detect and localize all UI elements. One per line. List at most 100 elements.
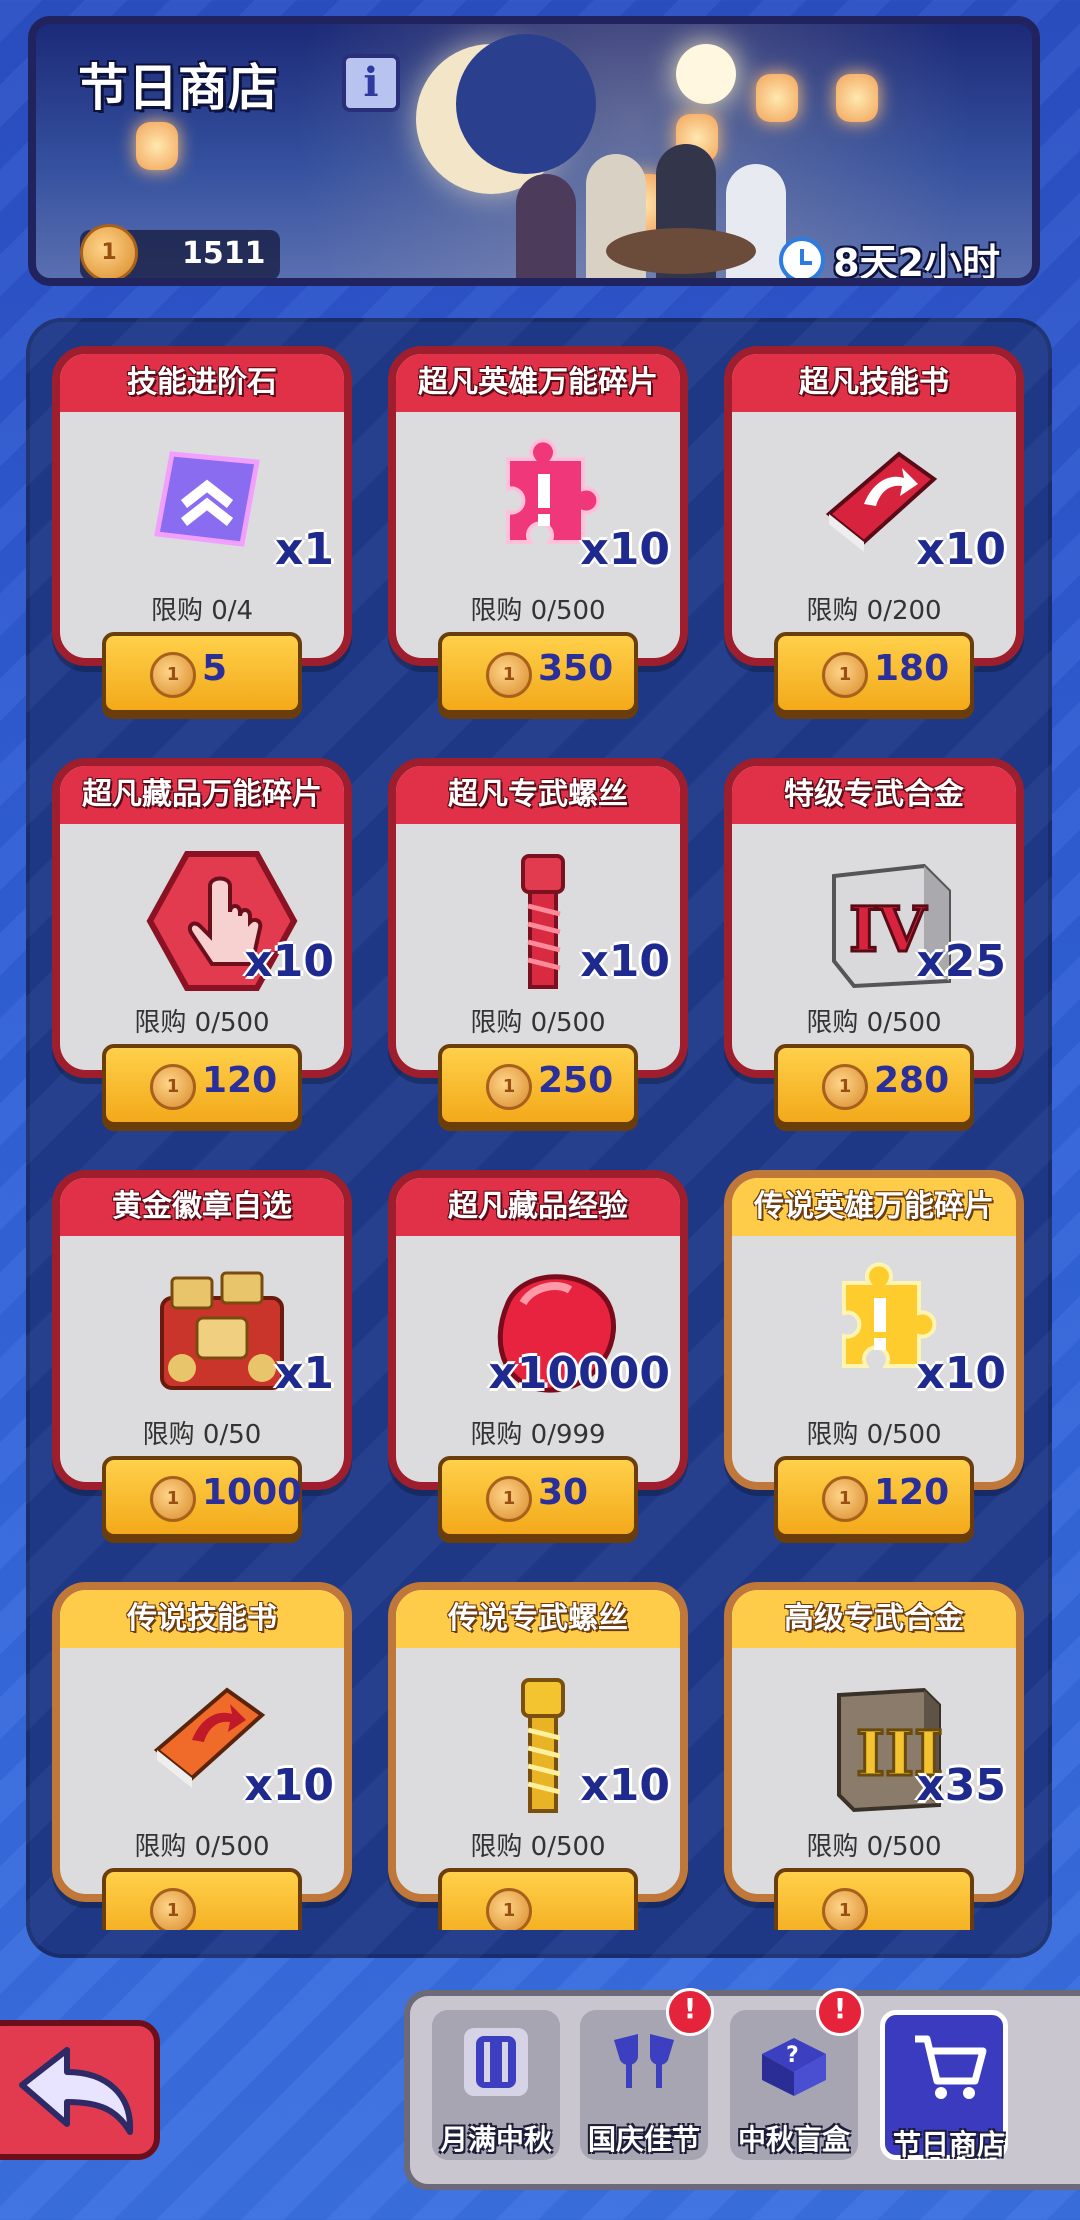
shop-item-card[interactable]: 传说英雄万能碎片 x10 限购 0/500 120 <box>724 1170 1024 1538</box>
clock-icon <box>779 236 826 278</box>
tab-cheers-glasses[interactable]: 国庆佳节! <box>580 1988 714 2160</box>
purchase-limit: 限购 0/500 <box>134 1832 270 1862</box>
price-label: 30 <box>538 1472 589 1513</box>
price-label: 180 <box>874 648 950 689</box>
card-frame: 黄金徽章自选 x1 限购 0/50 <box>52 1170 352 1490</box>
tab-label: 国庆佳节 <box>587 2123 700 2156</box>
info-button[interactable]: i <box>342 54 400 112</box>
purchase-limit: 限购 0/200 <box>806 596 942 626</box>
festival-coin-icon <box>80 224 138 278</box>
buy-button[interactable]: 250 <box>438 1044 638 1126</box>
card-frame: 超凡藏品经验 x10000 限购 0/999 <box>388 1170 688 1490</box>
price-label: 350 <box>538 648 614 689</box>
purchase-limit: 限购 0/999 <box>470 1420 606 1450</box>
currency-display: 1511 <box>80 224 280 278</box>
shop-item-card[interactable]: 超凡藏品万能碎片 x10 限购 0/500 120 <box>52 758 352 1126</box>
purchase-limit: 限购 0/500 <box>470 1008 606 1038</box>
purchase-limit: 限购 0/500 <box>806 1420 942 1450</box>
skill-stone-icon <box>142 434 272 564</box>
buy-button[interactable]: 280 <box>774 1044 974 1126</box>
price-label: 120 <box>874 1472 950 1513</box>
item-quantity: x10 <box>580 1760 670 1811</box>
price-label: 1000 <box>202 1472 303 1513</box>
purchase-limit: 限购 0/4 <box>150 596 254 626</box>
item-quantity: x10 <box>580 524 670 575</box>
festival-coin-icon <box>822 1476 868 1522</box>
buy-button[interactable]: 30 <box>438 1456 638 1538</box>
card-frame: 技能进阶石 x1 限购 0/4 <box>52 346 352 666</box>
item-quantity: x10 <box>244 936 334 987</box>
item-quantity: x1 <box>275 1348 334 1399</box>
shop-item-card[interactable]: 超凡藏品经验 x10000 限购 0/999 30 <box>388 1170 688 1538</box>
svg-text:?: ? <box>786 2043 799 2068</box>
item-name: 传说专武螺丝 <box>396 1590 680 1648</box>
item-name: 超凡英雄万能碎片 <box>396 354 680 412</box>
card-frame: 传说英雄万能碎片 x10 限购 0/500 <box>724 1170 1024 1490</box>
festival-coin-icon <box>150 652 196 698</box>
card-frame: 特级专武合金 IV x25 限购 0/500 <box>724 758 1024 1078</box>
item-quantity: x25 <box>916 936 1006 987</box>
price-label: 250 <box>538 1060 614 1101</box>
festival-coin-icon <box>822 1064 868 1110</box>
card-frame: 超凡技能书 x10 限购 0/200 <box>724 346 1024 666</box>
item-name: 超凡藏品经验 <box>396 1178 680 1236</box>
tab-moon-gate[interactable]: 月满中秋 <box>432 2010 560 2160</box>
item-quantity: x35 <box>916 1760 1006 1811</box>
full-moon-illustration <box>676 44 736 104</box>
item-quantity: x10 <box>916 524 1006 575</box>
buy-button[interactable]: 1000 <box>102 1456 302 1538</box>
festival-coin-icon <box>150 1476 196 1522</box>
festival-coin-icon <box>150 1888 196 1930</box>
buy-button[interactable]: 180 <box>774 632 974 714</box>
shopping-cart-icon <box>907 2025 991 2109</box>
bottom-tab-bar: 月满中秋 国庆佳节!? 中秋盲盒! 节日商店 <box>404 1988 1080 2190</box>
buy-button[interactable]: 120 <box>774 1456 974 1538</box>
shop-grid[interactable]: 技能进阶石 x1 限购 0/4 5 超凡英雄万能碎片 x10 限购 0/500 350 超凡技能… <box>52 346 1032 1930</box>
price-label: 120 <box>202 1060 278 1101</box>
shop-item-card[interactable]: 传说技能书 x10 限购 0/500 <box>52 1582 352 1930</box>
card-frame: 传说技能书 x10 限购 0/500 <box>52 1582 352 1902</box>
shop-item-card[interactable]: 超凡技能书 x10 限购 0/200 180 <box>724 346 1024 714</box>
buy-button[interactable] <box>774 1868 974 1930</box>
item-name: 黄金徽章自选 <box>60 1178 344 1236</box>
gold-badge-pile-icon <box>142 1258 284 1390</box>
shop-banner: 节日商店 i 1511 8天2小时 <box>28 16 1040 286</box>
timer-text: 8天2小时 <box>833 241 1000 285</box>
shop-item-card[interactable]: 超凡专武螺丝 x10 限购 0/500 250 <box>388 758 688 1126</box>
tab-mystery-box[interactable]: ? 中秋盲盒! <box>730 1988 864 2160</box>
item-name: 特级专武合金 <box>732 766 1016 824</box>
buy-button[interactable]: 120 <box>102 1044 302 1126</box>
shop-item-card[interactable]: 黄金徽章自选 x1 限购 0/50 1000 <box>52 1170 352 1538</box>
purchase-limit: 限购 0/500 <box>470 1832 606 1862</box>
back-button[interactable] <box>0 2020 160 2160</box>
shop-item-card[interactable]: 高级专武合金 III x35 限购 0/500 <box>724 1582 1024 1930</box>
shop-item-card[interactable]: 特级专武合金IVx25限购 0/500280 <box>724 758 1024 1126</box>
item-name: 技能进阶石 <box>60 354 344 412</box>
tab-label: 节日商店 <box>892 2128 1005 2161</box>
purchase-limit: 限购 0/500 <box>806 1832 942 1862</box>
purchase-limit: 限购 0/50 <box>142 1420 262 1450</box>
item-quantity: x10 <box>580 936 670 987</box>
buy-button[interactable]: 350 <box>438 632 638 714</box>
tab-shopping-cart[interactable]: 节日商店 <box>880 2010 1008 2161</box>
buy-button[interactable] <box>438 1868 638 1930</box>
back-arrow-icon <box>19 2047 134 2135</box>
currency-amount: 1511 <box>182 236 266 271</box>
buy-button[interactable]: 5 <box>102 632 302 714</box>
shop-item-card[interactable]: 技能进阶石 x1 限购 0/4 5 <box>52 346 352 714</box>
item-name: 超凡藏品万能碎片 <box>60 766 344 824</box>
shop-item-card[interactable]: 传说专武螺丝 x10 限购 0/500 <box>388 1582 688 1930</box>
shop-panel: 技能进阶石 x1 限购 0/4 5 超凡英雄万能碎片 x10 限购 0/500 350 超凡技能… <box>26 318 1052 1958</box>
festival-coin-icon <box>486 1476 532 1522</box>
card-frame: 超凡英雄万能碎片 x10 限购 0/500 <box>388 346 688 666</box>
card-frame: 高级专武合金 III x35 限购 0/500 <box>724 1582 1024 1902</box>
price-label: 280 <box>874 1060 950 1101</box>
shop-item-card[interactable]: 超凡英雄万能碎片 x10 限购 0/500 350 <box>388 346 688 714</box>
alert-badge-icon: ! <box>666 1988 714 2036</box>
festival-coin-icon <box>486 1888 532 1930</box>
purchase-limit: 限购 0/500 <box>806 1008 942 1038</box>
lantern-illustration <box>836 74 878 122</box>
buy-button[interactable] <box>102 1868 302 1930</box>
page-title: 节日商店 <box>78 59 278 117</box>
card-frame: 传说专武螺丝 x10 限购 0/500 <box>388 1582 688 1902</box>
